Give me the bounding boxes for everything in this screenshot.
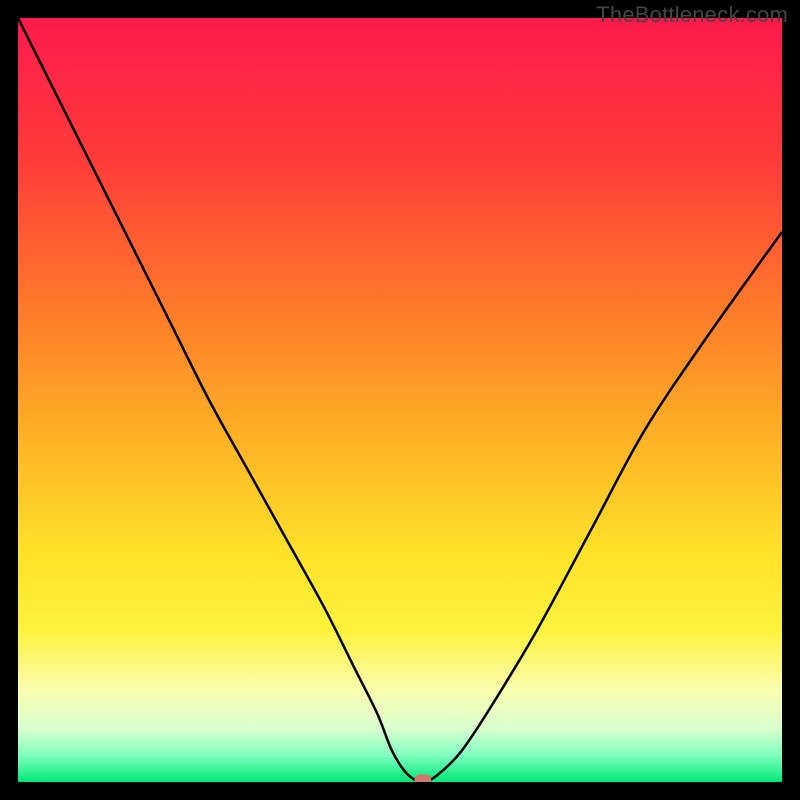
plot-area: [18, 18, 782, 782]
chart-frame: TheBottleneck.com: [0, 0, 800, 800]
bottleneck-curve: [18, 18, 782, 782]
minimum-marker: [415, 774, 432, 782]
watermark-text: TheBottleneck.com: [596, 2, 788, 28]
